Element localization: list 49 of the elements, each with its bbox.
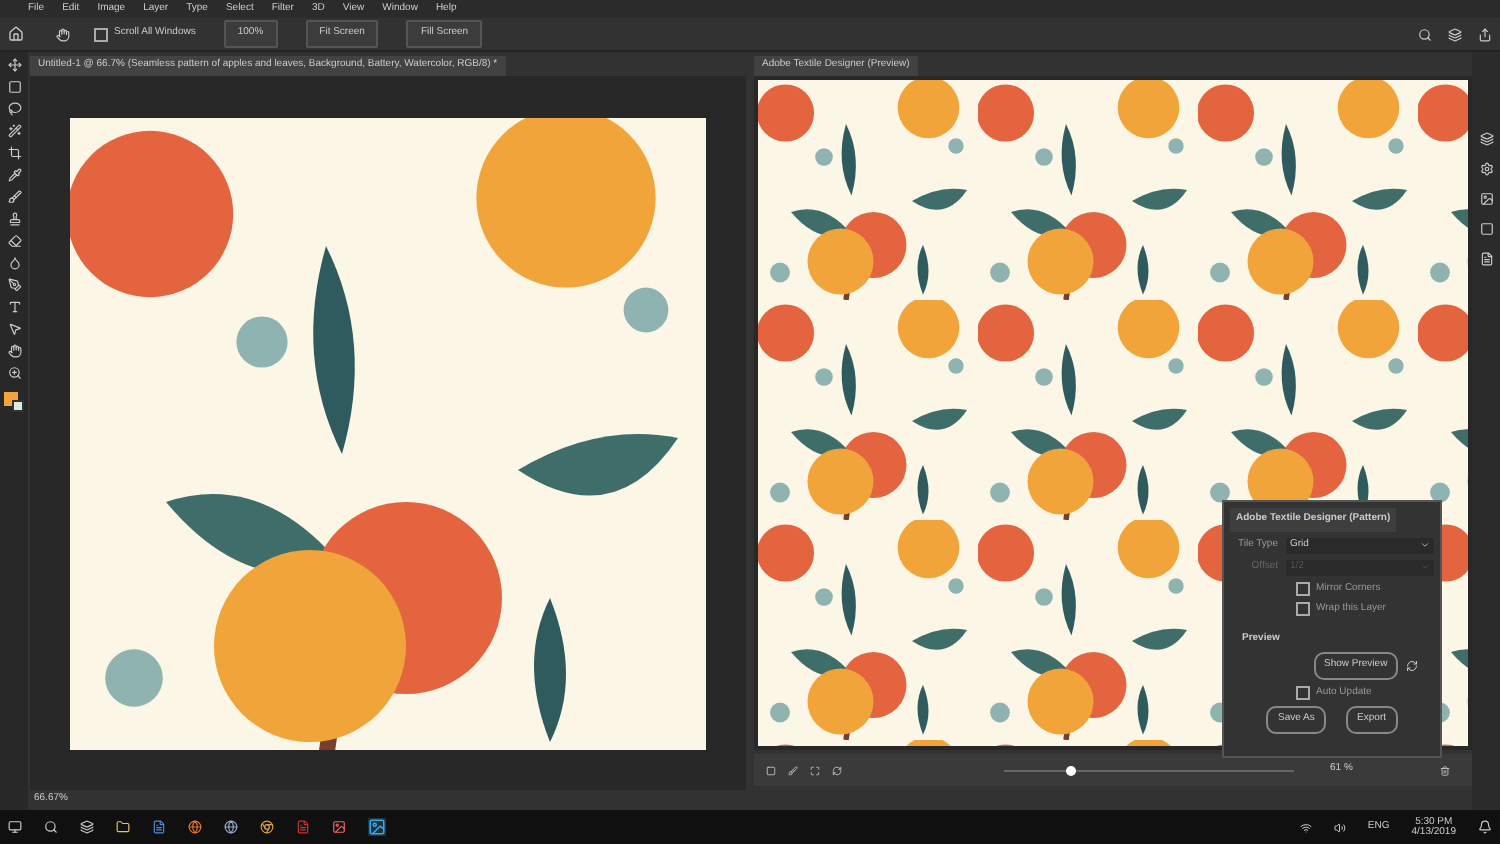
panel-icon[interactable]	[1479, 222, 1493, 236]
panel-icon[interactable]	[1479, 132, 1493, 146]
volume-icon[interactable]	[1333, 821, 1346, 833]
tool-icon[interactable]	[7, 322, 21, 336]
image-icon[interactable]	[332, 820, 346, 834]
document-icon[interactable]	[152, 820, 166, 834]
trash-icon[interactable]	[1440, 765, 1451, 775]
browser-icon[interactable]	[260, 820, 274, 834]
share-icon[interactable]	[1478, 27, 1492, 41]
checkbox[interactable]	[1296, 581, 1310, 596]
tool-icon[interactable]	[7, 102, 21, 116]
tool-icon[interactable]	[7, 366, 21, 380]
color-swatches[interactable]	[4, 392, 24, 412]
tool-icon[interactable]	[7, 234, 21, 248]
search-icon[interactable]	[1418, 27, 1432, 41]
tool-icon[interactable]	[7, 256, 21, 270]
tool-icon[interactable]	[7, 278, 21, 292]
tool-icon[interactable]	[7, 212, 21, 226]
refresh-icon[interactable]	[1405, 659, 1418, 672]
checkbox[interactable]	[1296, 685, 1310, 700]
search-icon[interactable]	[44, 820, 58, 834]
checkbox[interactable]	[94, 27, 108, 41]
chevron-icon	[1420, 540, 1430, 550]
globe-icon[interactable]	[188, 820, 202, 834]
panel-icon[interactable]	[1479, 192, 1493, 206]
app-icon[interactable]	[368, 818, 386, 836]
globe-icon[interactable]	[224, 820, 238, 834]
checkbox[interactable]	[1296, 602, 1310, 617]
tool-icon[interactable]	[7, 190, 21, 204]
tool-icon[interactable]	[7, 168, 21, 182]
frame-icon[interactable]	[766, 765, 776, 775]
tool-icon[interactable]	[7, 58, 21, 72]
tool-icon[interactable]	[7, 146, 21, 160]
folder-icon[interactable]	[116, 820, 130, 834]
tool-icon[interactable]	[7, 300, 21, 314]
tool-icon[interactable]	[7, 344, 21, 358]
fit-icon[interactable]	[810, 765, 820, 775]
brush-icon[interactable]	[788, 765, 798, 775]
panel-icon[interactable]	[1479, 162, 1493, 176]
home-icon[interactable]	[8, 26, 24, 42]
hand-icon[interactable]	[56, 27, 70, 41]
panel-icon[interactable]	[1479, 252, 1493, 266]
tool-icon[interactable]	[7, 124, 21, 138]
tool-icon[interactable]	[7, 80, 21, 94]
chevron-icon	[1420, 562, 1430, 572]
refresh-icon[interactable]	[832, 765, 842, 775]
notification-icon[interactable]	[1478, 820, 1492, 834]
network-icon[interactable]	[1299, 821, 1312, 833]
slider-thumb[interactable]	[1066, 765, 1077, 775]
